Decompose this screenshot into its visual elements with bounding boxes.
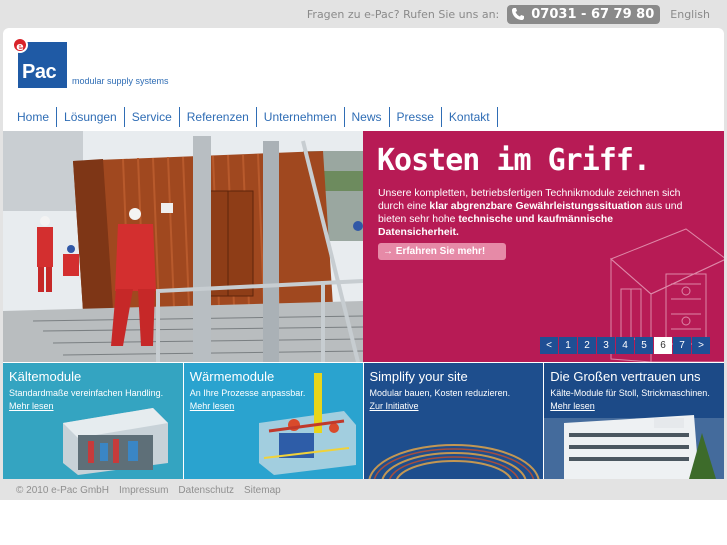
pager-page-1[interactable]: 1 [559, 337, 577, 354]
pager-prev-button[interactable]: < [540, 337, 558, 354]
tile-subtitle: An Ihre Prozesse anpassbar. [189, 388, 306, 398]
pager-page-6[interactable]: 6 [654, 337, 672, 354]
hero-text-part: klar abgrenzbare Gewährleistungssituatio… [429, 201, 643, 212]
nav-item-referenzen[interactable]: Referenzen [180, 107, 257, 127]
nav-item-kontakt[interactable]: Kontakt [442, 107, 498, 127]
tile-subtitle: Kälte-Module für Stoll, Strickmaschinen. [550, 388, 710, 398]
tile-link[interactable]: Mehr lesen [9, 401, 54, 411]
language-link-english[interactable]: English [670, 8, 710, 21]
tile-subtitle: Standardmaße vereinfachen Handling. [9, 388, 164, 398]
hero-title: Kosten im Griff. [377, 143, 651, 178]
tile-kaeltemodule[interactable]: Kältemodule Standardmaße vereinfachen Ha… [3, 363, 183, 479]
arrow-right-icon: → [383, 246, 396, 257]
tile-die-grossen-vertrauen-uns[interactable]: Die Großen vertrauen uns Kälte-Module fü… [544, 363, 724, 479]
epac-logo[interactable]: Pac e [12, 37, 67, 89]
tile-simplify-your-site[interactable]: Simplify your site Modular bauen, Kosten… [363, 363, 544, 479]
logo-tagline: modular supply systems [72, 76, 169, 86]
page: Fragen zu e-Pac? Rufen Sie uns an: 07031… [0, 0, 727, 545]
contact-question: Fragen zu e-Pac? Rufen Sie uns an: [306, 7, 500, 21]
tile-link[interactable]: Mehr lesen [190, 401, 235, 411]
nav-item-service[interactable]: Service [125, 107, 180, 127]
nav-item-presse[interactable]: Presse [390, 107, 442, 127]
main-navigation: Home Lösungen Service Referenzen Unterne… [11, 106, 498, 128]
logo-text: Pac [22, 61, 57, 83]
footer-link-sitemap[interactable]: Sitemap [244, 485, 281, 496]
nav-item-loesungen[interactable]: Lösungen [57, 107, 125, 127]
hero-photo-module-installation [3, 131, 363, 362]
nav-item-unternehmen[interactable]: Unternehmen [257, 107, 345, 127]
teaser-tiles: Kältemodule Standardmaße vereinfachen Ha… [3, 363, 724, 479]
hero-banner: Kosten im Griff. Unsere kompletten, betr… [3, 131, 724, 362]
footer-link-impressum[interactable]: Impressum [119, 485, 168, 496]
phone-icon [512, 8, 525, 20]
footer-copyright: © 2010 e-Pac GmbH [16, 484, 109, 496]
tile-title: Die Großen vertrauen uns [550, 369, 701, 384]
tile-subtitle: Modular bauen, Kosten reduzieren. [369, 388, 511, 398]
pager-page-5[interactable]: 5 [635, 337, 653, 354]
hero-promo-panel: Kosten im Griff. Unsere kompletten, betr… [363, 131, 724, 362]
tile-waermemodule[interactable]: Wärmemodule An Ihre Prozesse anpassbar. … [183, 363, 363, 479]
phone-badge[interactable]: 07031 - 67 79 80 [507, 4, 661, 24]
pager-next-button[interactable]: > [692, 337, 710, 354]
hero-text: Unsere kompletten, betriebsfertigen Tech… [378, 187, 696, 239]
pager-page-7[interactable]: 7 [673, 337, 691, 354]
slide-pager: <1 2 3 4 5 6 7 > [540, 337, 711, 354]
pager-page-2[interactable]: 2 [578, 337, 596, 354]
nav-item-news[interactable]: News [345, 107, 390, 127]
pager-page-4[interactable]: 4 [616, 337, 634, 354]
tile-title: Kältemodule [9, 369, 82, 384]
tile-link[interactable]: Zur Initiative [370, 401, 419, 411]
tile-title: Wärmemodule [189, 369, 275, 384]
top-bar: Fragen zu e-Pac? Rufen Sie uns an: 07031… [0, 0, 727, 28]
learn-more-label: Erfahren Sie mehr! [395, 246, 486, 257]
footer-link-datenschutz[interactable]: Datenschutz [178, 485, 234, 496]
tile-link[interactable]: Mehr lesen [550, 401, 595, 411]
nav-item-home[interactable]: Home [11, 107, 58, 127]
footer: © 2010 e-Pac GmbH Impressum Datenschutz … [0, 479, 727, 501]
logo-badge: e [12, 37, 28, 53]
pager-page-3[interactable]: 3 [597, 337, 615, 354]
content-panel: Pac e modular supply systems Home Lösung… [3, 28, 724, 479]
learn-more-button[interactable]: → Erfahren Sie mehr! [378, 243, 506, 260]
phone-number: 07031 - 67 79 80 [531, 6, 655, 22]
tile-title: Simplify your site [369, 369, 468, 384]
